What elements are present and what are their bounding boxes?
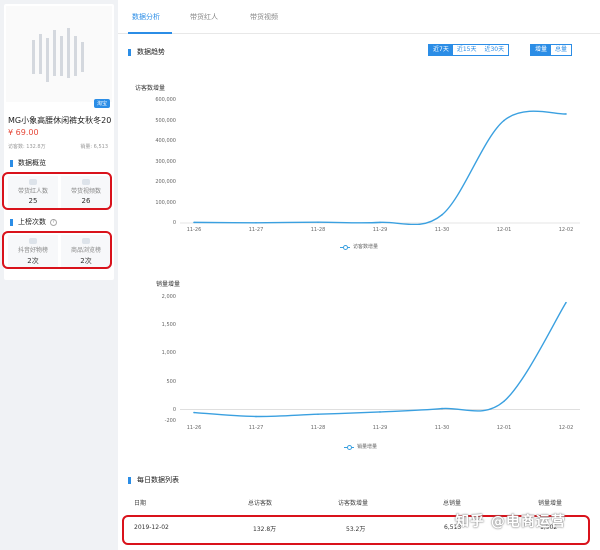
section-marker <box>10 159 13 167</box>
y-tick-label: 600,000 <box>155 97 176 103</box>
x-tick-label: 12-02 <box>558 425 574 431</box>
watermark: 知乎 @电商运营 <box>455 514 566 530</box>
legend-marker <box>340 244 350 250</box>
chart2-legend[interactable]: 销量增量 <box>344 443 377 450</box>
main-panel: 数据分析 带货红人 带货视频 数据趋势 近7天 近15天 近30天 增量 总量 … <box>118 0 600 550</box>
daily-table-title: 每日数据列表 <box>137 476 179 484</box>
y-tick-label: 0 <box>172 406 176 413</box>
range-7-days[interactable]: 近7天 <box>429 45 453 55</box>
tab-analysis[interactable]: 数据分析 <box>132 12 160 22</box>
range-15-days[interactable]: 近15天 <box>452 45 481 55</box>
legend-label: 销量增量 <box>357 444 378 450</box>
y-tick-label: 300,000 <box>155 158 176 165</box>
data-point[interactable] <box>503 119 505 122</box>
highlight-ranking <box>2 231 112 269</box>
chart1-title: 访客数增量 <box>135 85 166 92</box>
x-tick-label: 11-27 <box>248 227 264 233</box>
data-point[interactable] <box>193 221 195 224</box>
active-tab-indicator <box>128 32 172 34</box>
data-point[interactable] <box>441 407 443 410</box>
data-point[interactable] <box>565 301 567 304</box>
x-tick-label: 11-27 <box>248 425 264 431</box>
range-30-days[interactable]: 近30天 <box>480 45 509 55</box>
section-marker <box>10 218 13 226</box>
overview-heading: 数据概览 <box>10 158 46 168</box>
y-tick-label: 400,000 <box>155 138 176 144</box>
ranking-title: 上榜次数 <box>18 218 46 226</box>
help-icon[interactable]: ? <box>50 218 57 226</box>
chart1-legend[interactable]: 访客数增量 <box>340 243 378 250</box>
x-tick-label: 11-26 <box>186 425 202 431</box>
product-visitors: 访客数: 132.8万 <box>8 144 46 150</box>
series-line <box>193 302 567 418</box>
tab-influencers[interactable]: 带货红人 <box>190 12 218 22</box>
trend-title: 数据趋势 <box>137 48 165 56</box>
product-sales: 销量: 6,513 <box>80 144 108 150</box>
x-tick-label: 11-30 <box>434 227 450 233</box>
chart2-title: 销量增量 <box>156 281 181 288</box>
data-point[interactable] <box>441 214 443 216</box>
y-tick-label: 500,000 <box>155 117 176 124</box>
mode-selector: 增量 总量 <box>530 44 573 56</box>
y-tick-label: -200 <box>164 418 176 424</box>
col-sales-increment[interactable]: 销量增量 <box>538 498 562 507</box>
col-total-visitors[interactable]: 总访客数 <box>248 498 272 507</box>
data-point[interactable] <box>255 415 257 418</box>
col-visitor-increment[interactable]: 访客数增量 <box>338 498 368 507</box>
product-image[interactable]: 淘宝 <box>6 6 112 108</box>
x-tick-label: 11-28 <box>310 227 326 233</box>
mode-increment[interactable]: 增量 <box>531 45 552 55</box>
x-tick-label: 11-29 <box>372 227 388 233</box>
col-date[interactable]: 日期 <box>134 498 146 507</box>
data-point[interactable] <box>317 413 319 416</box>
y-tick-label: 1,000 <box>161 350 176 357</box>
x-tick-label: 12-01 <box>496 227 512 233</box>
y-tick-label: 2,000 <box>161 294 176 300</box>
x-tick-label: 12-02 <box>558 227 574 233</box>
y-tick-label: 200,000 <box>155 179 176 185</box>
product-price: ¥ 69.00 <box>8 128 39 137</box>
data-point[interactable] <box>317 221 319 223</box>
mode-total[interactable]: 总量 <box>551 45 572 55</box>
x-tick-label: 11-29 <box>372 425 388 431</box>
x-tick-label: 11-26 <box>186 227 202 233</box>
data-point[interactable] <box>379 411 381 413</box>
data-point[interactable] <box>503 400 505 403</box>
ranking-heading: 上榜次数 ? <box>10 217 57 227</box>
tab-videos[interactable]: 带货视频 <box>250 12 278 22</box>
sales-increment-chart <box>180 301 580 418</box>
section-marker <box>128 476 131 484</box>
y-tick-label: 100,000 <box>155 199 176 206</box>
daily-table-heading: 每日数据列表 <box>128 475 179 485</box>
legend-label: 访客数增量 <box>353 244 379 250</box>
x-tick-label: 11-28 <box>310 425 326 431</box>
x-tick-label: 12-01 <box>496 425 512 431</box>
section-marker <box>128 48 131 56</box>
trend-heading: 数据趋势 <box>128 47 165 57</box>
x-tick-label: 11-30 <box>434 425 450 431</box>
overview-title: 数据概览 <box>18 159 46 167</box>
y-tick-label: 1,500 <box>161 322 176 329</box>
data-point[interactable] <box>255 221 257 224</box>
visitor-increment-chart <box>180 110 580 225</box>
highlight-overview <box>2 172 112 210</box>
data-point[interactable] <box>565 113 567 115</box>
range-selector: 近7天 近15天 近30天 <box>428 44 510 56</box>
data-point[interactable] <box>193 411 195 414</box>
series-line <box>193 110 567 225</box>
product-meta: 访客数: 132.8万 销量: 6,513 <box>8 143 112 150</box>
y-tick-label: 0 <box>172 220 176 226</box>
product-title[interactable]: MG小象高腰休闲裤女秋冬20... <box>8 115 112 126</box>
data-point[interactable] <box>379 221 381 224</box>
table-header: 日期 总访客数 访客数增量 总销量 销量增量 <box>118 494 600 508</box>
platform-badge: 淘宝 <box>93 99 110 108</box>
tab-bar: 数据分析 带货红人 带货视频 <box>118 0 600 34</box>
legend-marker <box>344 444 354 450</box>
product-sidebar: 淘宝 MG小象高腰休闲裤女秋冬20... ¥ 69.00 访客数: 132.8万… <box>0 0 116 550</box>
col-total-sales[interactable]: 总销量 <box>443 498 461 507</box>
y-tick-label: 500 <box>166 378 176 385</box>
product-placeholder-icon <box>32 28 84 82</box>
